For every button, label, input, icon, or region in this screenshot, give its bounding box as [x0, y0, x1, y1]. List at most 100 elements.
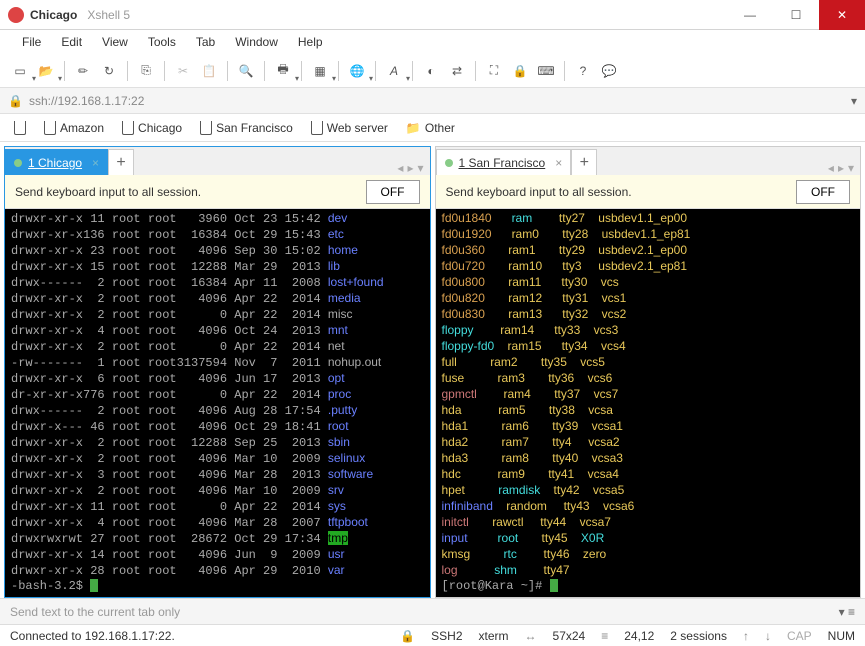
lock-button[interactable]: 🔒: [508, 59, 532, 83]
menu-bar: FileEditViewToolsTabWindowHelp: [0, 30, 865, 54]
favorite-label: Other: [425, 121, 455, 135]
bookmark-add-icon: [14, 121, 26, 135]
send-text-bar[interactable]: Send text to the current tab only ▾ ≡: [0, 598, 865, 624]
favorite-label: Amazon: [60, 121, 104, 135]
favorites-bar: Amazon Chicago San Francisco Web server 📁 Oth…: [0, 114, 865, 142]
add-favorite-button[interactable]: [8, 119, 32, 137]
favorite-label: San Francisco: [216, 121, 293, 135]
input-broadcast-bar: Send keyboard input to all session. OFF: [5, 175, 430, 209]
new-tab-button[interactable]: +: [571, 149, 597, 175]
status-termtype: xterm: [479, 629, 509, 643]
paste-button[interactable]: 📋: [197, 59, 221, 83]
status-dot-icon: [445, 159, 453, 167]
window-subtitle: Xshell 5: [87, 8, 130, 22]
favorite-label: Chicago: [138, 121, 182, 135]
status-position: 24,12: [624, 629, 654, 643]
size-icon: ↔: [525, 629, 537, 643]
bookmark-icon: [122, 121, 134, 135]
toolbar: ▭ 📂 ✏ ↻ ⎘ ✂ 📋 🔍 🖶 ▦ 🌐 A ◐ ⇄ ⛶ 🔒 ⌨ ? 💬: [0, 54, 865, 88]
address-dropdown-icon[interactable]: ▾: [851, 94, 857, 108]
new-session-button[interactable]: ▭: [8, 59, 32, 83]
address-text: ssh://192.168.1.17:22: [29, 94, 851, 108]
app-logo-icon: [8, 7, 24, 23]
refresh-button[interactable]: ↻: [97, 59, 121, 83]
highlight-button[interactable]: ✏: [71, 59, 95, 83]
menu-file[interactable]: File: [14, 33, 49, 51]
broadcast-label: Send keyboard input to all session.: [446, 185, 632, 199]
pane-right: 1 San Francisco × + ◂ ▸ ▾ Send keyboard in…: [435, 146, 862, 598]
menu-edit[interactable]: Edit: [53, 33, 90, 51]
menu-help[interactable]: Help: [290, 33, 331, 51]
favorite-web-server[interactable]: Web server: [305, 119, 394, 137]
send-text-placeholder: Send text to the current tab only: [10, 605, 180, 619]
favorite-other[interactable]: 📁 Other: [400, 119, 461, 137]
tab-close-icon[interactable]: ×: [555, 156, 562, 170]
tab-next-icon[interactable]: ▸: [407, 161, 413, 175]
title-bar: Chicago Xshell 5 — ☐ ✕: [0, 0, 865, 30]
pane-left: 1 Chicago × + ◂ ▸ ▾ Send keyboard input to…: [4, 146, 431, 598]
tab-sanfrancisco[interactable]: 1 San Francisco ×: [436, 149, 572, 175]
transfer-button[interactable]: ⇄: [445, 59, 469, 83]
maximize-button[interactable]: ☐: [773, 0, 819, 30]
tab-close-icon[interactable]: ×: [92, 156, 99, 170]
open-button[interactable]: 📂: [34, 59, 58, 83]
menu-window[interactable]: Window: [227, 33, 286, 51]
ssh-icon: 🔒: [400, 629, 415, 643]
tab-chicago[interactable]: 1 Chicago ×: [5, 149, 108, 175]
pos-icon: ≡: [601, 629, 608, 643]
tab-next-icon[interactable]: ▸: [838, 161, 844, 175]
up-icon[interactable]: ↑: [743, 629, 749, 643]
folder-icon: 📁: [406, 121, 421, 135]
window-title: Chicago: [30, 8, 77, 22]
address-bar[interactable]: 🔒 ssh://192.168.1.17:22 ▾: [0, 88, 865, 114]
status-size: 57x24: [553, 629, 586, 643]
input-broadcast-bar: Send keyboard input to all session. OFF: [436, 175, 861, 209]
favorite-chicago[interactable]: Chicago: [116, 119, 188, 137]
tab-label: 1 San Francisco: [459, 156, 546, 170]
menu-tab[interactable]: Tab: [188, 33, 223, 51]
status-bar: Connected to 192.168.1.17:22. 🔒SSH2 xter…: [0, 624, 865, 646]
send-menu-icon[interactable]: ▾ ≡: [839, 605, 855, 619]
print-button[interactable]: 🖶: [271, 59, 295, 83]
lock-icon: 🔒: [8, 94, 23, 108]
font-button[interactable]: A: [382, 59, 406, 83]
broadcast-toggle-button[interactable]: OFF: [796, 180, 850, 204]
menu-view[interactable]: View: [94, 33, 136, 51]
tabs-left: 1 Chicago × + ◂ ▸ ▾: [5, 147, 430, 175]
layout-button[interactable]: ▦: [308, 59, 332, 83]
tab-prev-icon[interactable]: ◂: [397, 161, 403, 175]
fullscreen-button[interactable]: ⛶: [482, 59, 506, 83]
keyboard-button[interactable]: ⌨: [534, 59, 558, 83]
menu-tools[interactable]: Tools: [140, 33, 184, 51]
favorite-amazon[interactable]: Amazon: [38, 119, 110, 137]
chat-button[interactable]: 💬: [597, 59, 621, 83]
down-icon[interactable]: ↓: [765, 629, 771, 643]
xagent-button[interactable]: ◐: [419, 59, 443, 83]
bookmark-icon: [200, 121, 212, 135]
broadcast-toggle-button[interactable]: OFF: [366, 180, 420, 204]
broadcast-label: Send keyboard input to all session.: [15, 185, 201, 199]
help-button[interactable]: ?: [571, 59, 595, 83]
tab-label: 1 Chicago: [28, 156, 82, 170]
favorite-san-francisco[interactable]: San Francisco: [194, 119, 299, 137]
status-sessions: 2 sessions: [670, 629, 727, 643]
tab-prev-icon[interactable]: ◂: [828, 161, 834, 175]
tab-menu-icon[interactable]: ▾: [848, 161, 854, 175]
status-dot-icon: [14, 159, 22, 167]
terminal-right[interactable]: fd0u1840 ram tty27 usbdev1.1_ep00 fd0u19…: [436, 209, 861, 597]
cut-button[interactable]: ✂: [171, 59, 195, 83]
minimize-button[interactable]: —: [727, 0, 773, 30]
status-connection: Connected to 192.168.1.17:22.: [10, 629, 175, 643]
close-button[interactable]: ✕: [819, 0, 865, 30]
terminal-left[interactable]: drwxr-xr-x 11 root root 3960 Oct 23 15:4…: [5, 209, 430, 597]
favorite-label: Web server: [327, 121, 388, 135]
new-tab-button[interactable]: +: [108, 149, 134, 175]
tab-menu-icon[interactable]: ▾: [417, 161, 423, 175]
status-numlock: NUM: [828, 629, 855, 643]
globe-button[interactable]: 🌐: [345, 59, 369, 83]
bookmark-icon: [311, 121, 323, 135]
copy-button[interactable]: ⎘: [134, 59, 158, 83]
bookmark-icon: [44, 121, 56, 135]
status-capslock: CAP: [787, 629, 812, 643]
search-button[interactable]: 🔍: [234, 59, 258, 83]
